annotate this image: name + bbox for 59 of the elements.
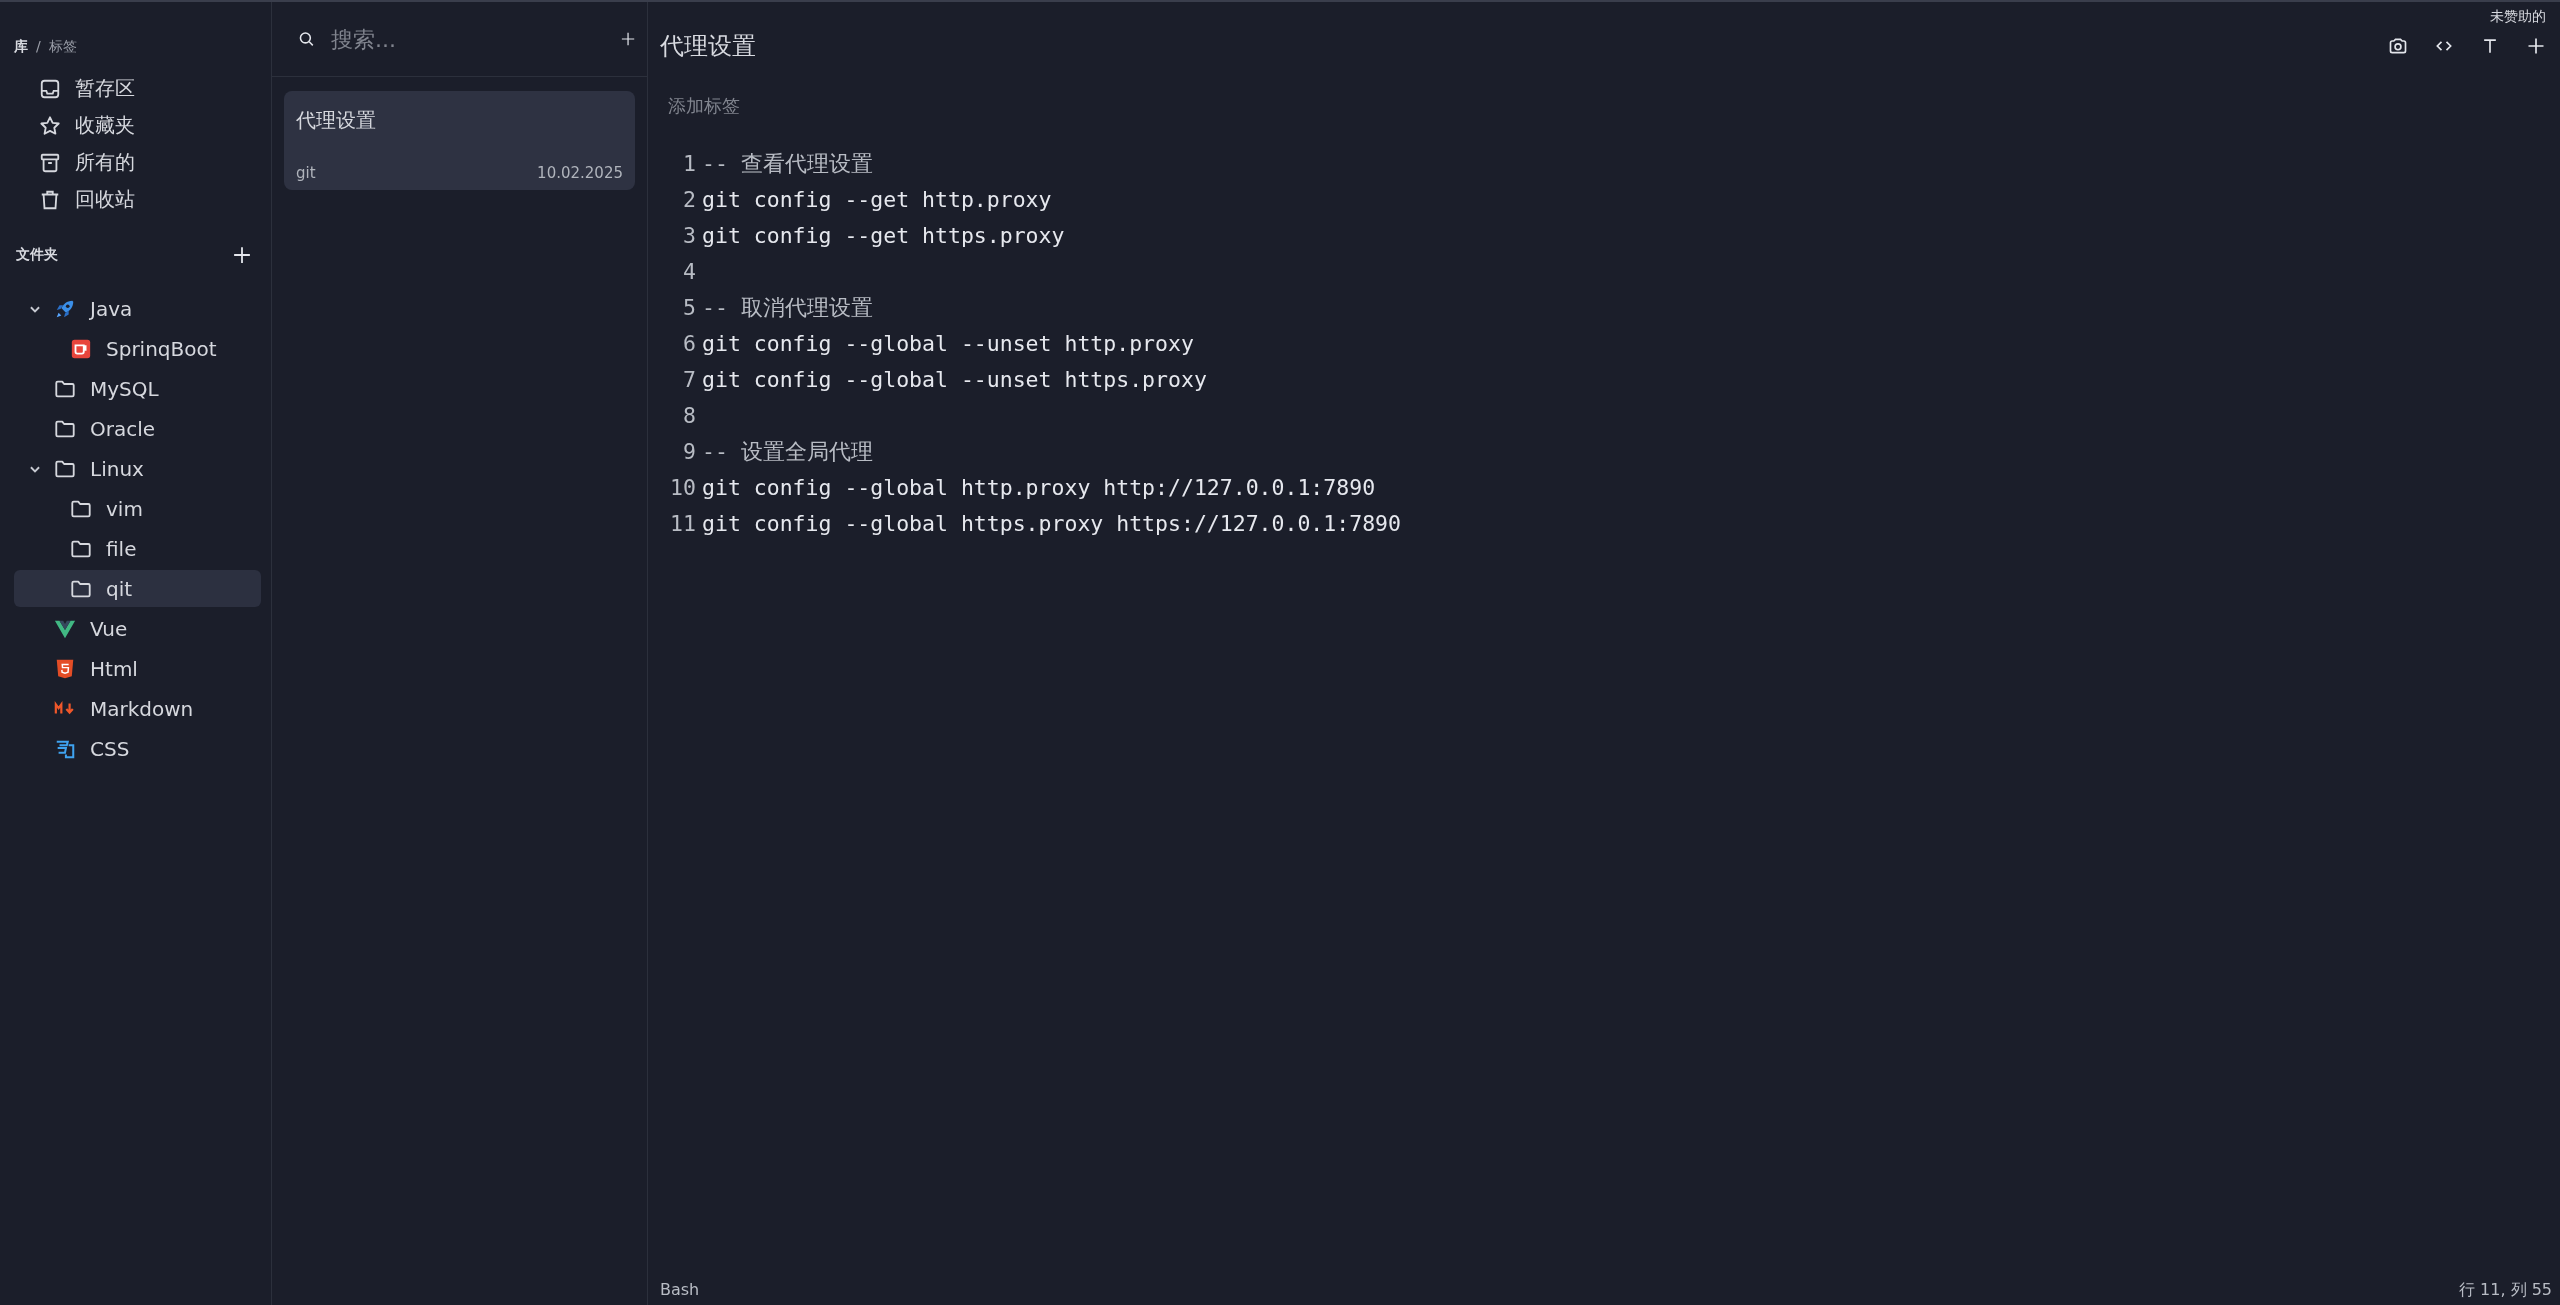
breadcrumb-separator: / <box>36 38 41 56</box>
folder-item[interactable]: Vue <box>14 610 261 647</box>
folder-item[interactable]: Markdown <box>14 690 261 727</box>
code-line: git config --global https.proxy https://127.0.0.1:7890 <box>702 510 1401 536</box>
line-number: 5 <box>682 294 696 320</box>
folder-item[interactable]: CSS <box>14 730 261 767</box>
line-number: 11 <box>669 510 696 536</box>
line-number: 1 <box>682 150 696 176</box>
camera-icon[interactable] <box>2388 36 2408 56</box>
star-icon <box>39 114 61 137</box>
tags-link[interactable]: 标签 <box>48 38 77 56</box>
folder-item[interactable]: qit <box>14 570 261 607</box>
folders-heading: 文件夹 <box>16 246 58 264</box>
folder-item[interactable]: Html <box>14 650 261 687</box>
line-number: 8 <box>682 402 696 428</box>
trash-icon <box>39 188 61 211</box>
note-date: 10.02.2025 <box>537 164 623 182</box>
inbox-icon <box>39 77 61 100</box>
line-number: 10 <box>669 474 696 500</box>
folder-item[interactable]: SprinqBoot <box>14 330 261 367</box>
folder-item[interactable]: vim <box>14 490 261 527</box>
line-number: 7 <box>682 366 696 392</box>
cursor-position: 行 11, 列 55 <box>2458 1280 2552 1301</box>
sponsor-status: 未赞助的 <box>2490 8 2546 26</box>
code-comment: -- 取消代理设置 <box>702 293 873 322</box>
note-card[interactable]: 代理设置 git 10.02.2025 <box>284 91 635 190</box>
code-line: git config --get https.proxy <box>702 222 1065 248</box>
line-number: 4 <box>682 258 696 284</box>
line-number: 3 <box>682 222 696 248</box>
code-comment: -- 查看代理设置 <box>702 149 873 178</box>
shield-icon <box>54 657 76 680</box>
folder-item[interactable]: Java <box>14 290 261 327</box>
folder-item[interactable]: file <box>14 530 261 567</box>
note-title: 代理设置 <box>296 107 377 134</box>
add-folder-icon[interactable] <box>233 246 251 264</box>
add-icon[interactable] <box>2526 36 2546 56</box>
folder-item[interactable]: Oracle <box>14 410 261 447</box>
code-comment: -- 设置全局代理 <box>702 437 873 466</box>
line-number: 6 <box>682 330 696 356</box>
library-item[interactable]: 暂存区 <box>14 70 261 107</box>
code-line: git config --global --unset http.proxy <box>702 330 1194 356</box>
code-line: git config --global --unset https.proxy <box>702 366 1207 392</box>
folder-item[interactable]: Linux <box>14 450 261 487</box>
library-item[interactable]: 回收站 <box>14 181 261 218</box>
cup-icon <box>70 337 92 360</box>
code-line: git config --get http.proxy <box>702 186 1052 212</box>
tag-input-field[interactable]: 添加标签 <box>666 94 870 117</box>
library-item[interactable]: 所有的 <box>14 144 261 181</box>
line-number: 2 <box>682 186 696 212</box>
folder-item[interactable]: MySQL <box>14 370 261 407</box>
language-label[interactable]: Bash <box>660 1280 700 1301</box>
library-item[interactable]: 收藏夹 <box>14 107 261 144</box>
line-number: 9 <box>682 438 696 464</box>
library-link[interactable]: 库 <box>14 38 28 56</box>
code-line: git config --global http.proxy http://127.0.0.1:7890 <box>702 474 1376 500</box>
note-tag: git <box>296 164 316 182</box>
search-field[interactable]: 搜索... <box>328 25 607 53</box>
note-title-heading: 代理设置 <box>660 31 756 62</box>
archive-icon <box>39 151 61 174</box>
